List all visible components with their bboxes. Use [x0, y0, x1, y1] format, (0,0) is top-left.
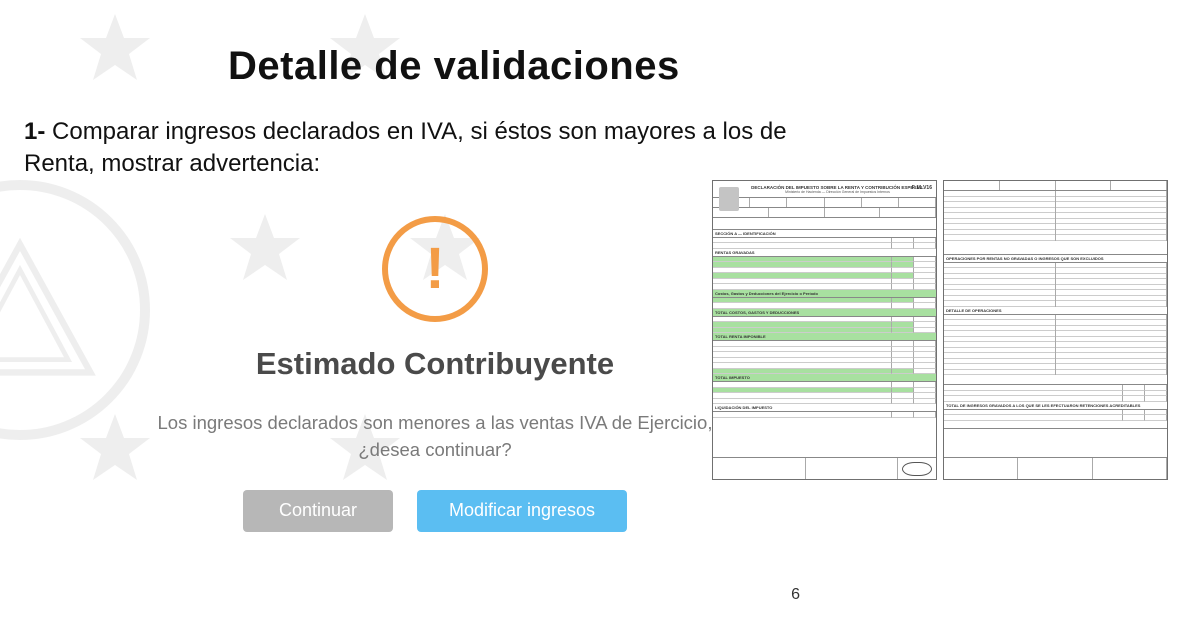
bullet-text: Comparar ingresos declarados en IVA, si … [24, 118, 787, 177]
warning-icon: ! [382, 216, 488, 322]
dialog-button-row: Continuar Modificar ingresos [140, 490, 730, 532]
dialog-body: Los ingresos declarados son menores a la… [155, 410, 715, 464]
bullet-paragraph: 1- Comparar ingresos declarados en IVA, … [24, 116, 844, 181]
page-number: 6 [791, 586, 800, 604]
seal-icon [0, 180, 150, 440]
tax-form-thumbnails: DECLARACIÓN DEL IMPUESTO SOBRE LA RENTA … [712, 180, 1172, 480]
form-left-code: F-11 V16 [912, 185, 932, 191]
dialog-heading: Estimado Contribuyente [140, 346, 730, 382]
triangle-emblem-icon [0, 235, 100, 385]
bullet-number: 1- [24, 118, 45, 145]
slide: Detalle de validaciones 1- Comparar ingr… [0, 0, 1200, 630]
modify-income-button[interactable]: Modificar ingresos [417, 490, 627, 532]
tax-form-left: DECLARACIÓN DEL IMPUESTO SOBRE LA RENTA … [712, 180, 937, 480]
continue-button[interactable]: Continuar [243, 490, 393, 532]
alert-dialog: ! Estimado Contribuyente Los ingresos de… [140, 206, 730, 532]
tax-form-right: OPERACIONES POR RENTAS NO GRAVADAS O ING… [943, 180, 1168, 480]
coat-of-arms-icon [719, 187, 739, 211]
slide-title: Detalle de validaciones [228, 44, 680, 89]
